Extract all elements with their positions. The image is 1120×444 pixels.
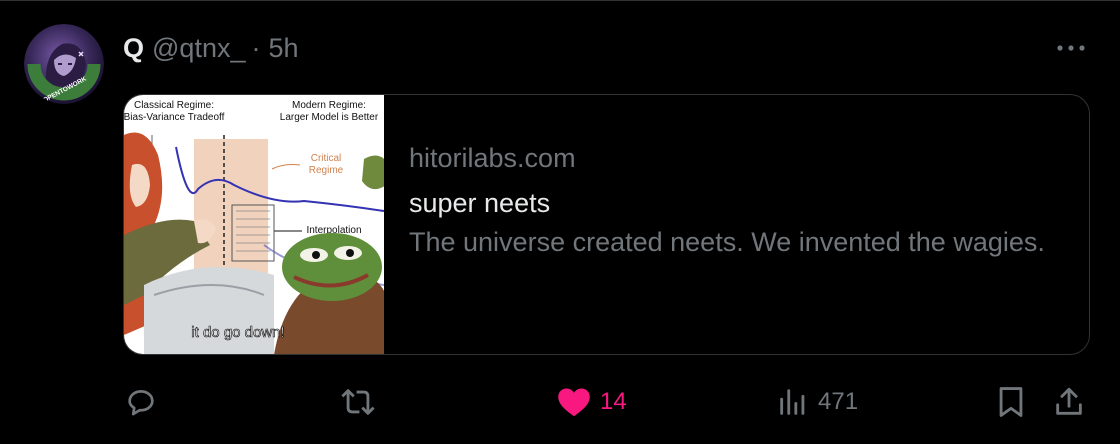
thumb-critical-2: Regime [309,165,344,176]
share-button[interactable] [1052,382,1086,422]
thumb-caption: it do go down! [191,324,284,341]
reply-button[interactable] [124,382,158,422]
view-count: 471 [818,388,859,415]
more-button[interactable] [1054,36,1088,60]
card-text: hitorilabs.com super neets The universe … [409,141,1059,264]
thumb-label-left-2: Bias-Variance Tradeoff [124,112,225,123]
avatar[interactable]: #OPENTOWORK [24,24,104,104]
retweet-button[interactable] [338,382,378,422]
thumb-label-right-2: Larger Model is Better [280,112,379,123]
card-domain: hitorilabs.com [409,143,576,173]
views-icon [780,389,805,415]
card-thumbnail: Classical Regime: Bias-Variance Tradeoff… [124,95,384,354]
bookmark-button[interactable] [996,382,1026,422]
top-divider [0,0,1120,1]
display-name[interactable]: Q [123,33,144,64]
more-icon [1057,45,1085,51]
like-count: 14 [600,388,627,415]
thumb-label-right-1: Modern Regime: [292,100,366,111]
separator: · [251,32,261,63]
tweet-header: Q @qtnx_ · 5h [123,30,299,66]
retweet-icon [341,389,375,415]
thumb-critical-1: Critical [311,153,342,164]
heart-icon [558,388,590,417]
reply-icon [128,390,154,416]
link-card[interactable]: Classical Regime: Bias-Variance Tradeoff… [123,94,1090,355]
timestamp[interactable]: 5h [268,33,298,64]
handle[interactable]: @qtnx_ [152,33,245,64]
bookmark-icon [999,387,1023,417]
action-bar: 14 471 [0,382,1120,422]
thumb-label-left-1: Classical Regime: [134,100,214,111]
card-title: super neets [409,188,551,218]
share-icon [1056,387,1082,415]
card-description: The universe created neets. We invented … [409,227,1045,257]
like-button[interactable]: 14 [556,382,627,422]
views-button[interactable]: 471 [776,382,858,422]
